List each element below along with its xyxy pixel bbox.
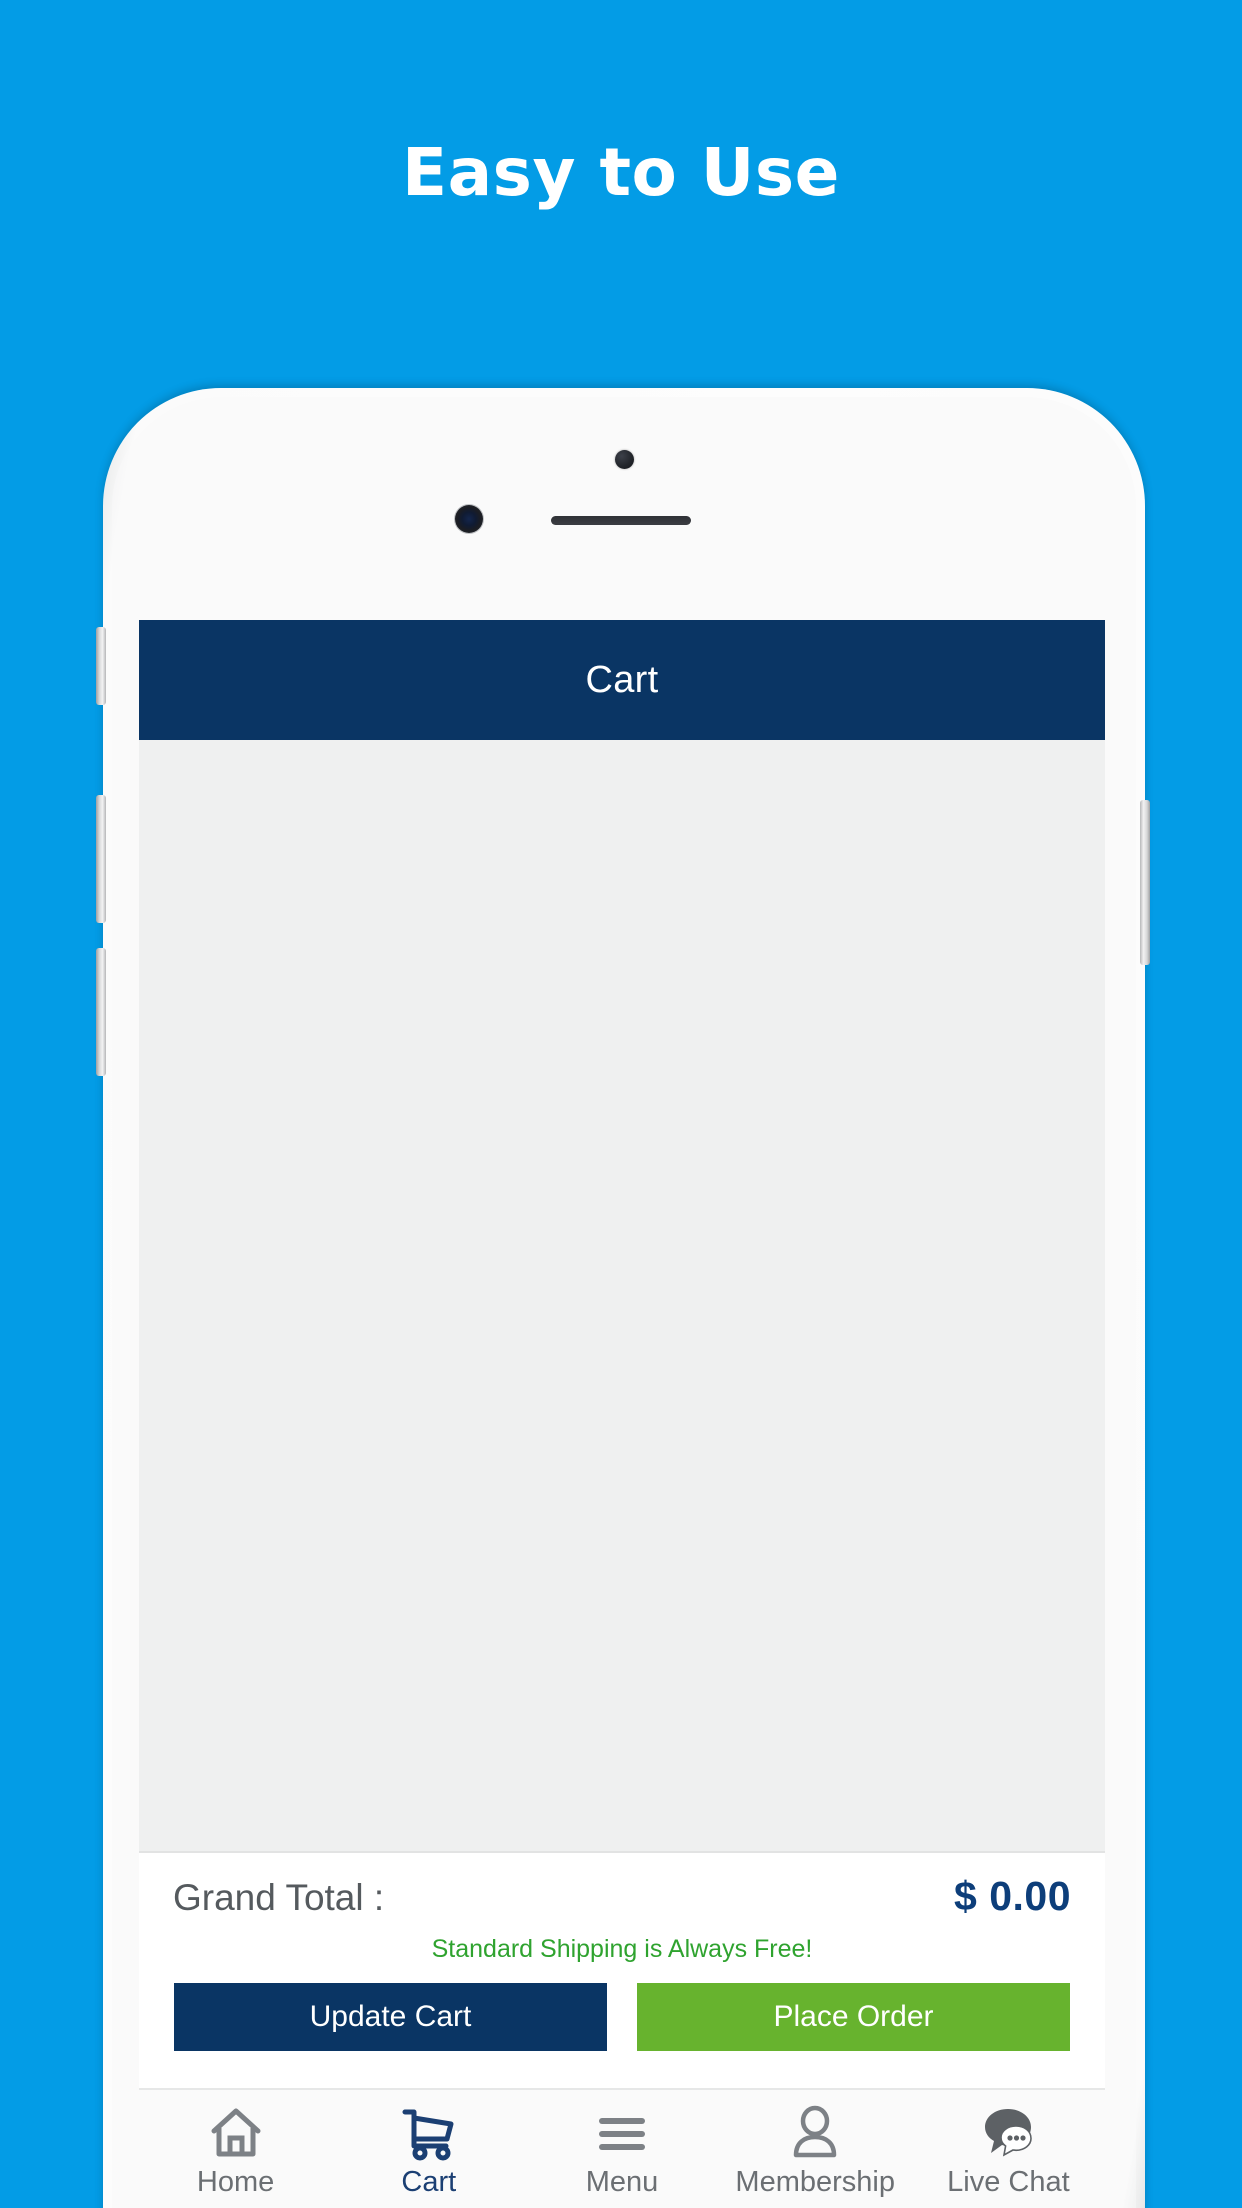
bottom-tab-bar: Home Cart Menu Membership Live Chat — [139, 2088, 1105, 2208]
volume-down-button[interactable] — [96, 948, 106, 1076]
proximity-sensor-icon — [615, 450, 634, 469]
totals-panel: Grand Total : $ 0.00 Standard Shipping i… — [139, 1851, 1105, 2090]
tab-live-chat-label: Live Chat — [947, 2166, 1070, 2198]
earpiece-speaker-icon — [551, 516, 691, 525]
app-header-title: Cart — [585, 658, 659, 701]
volume-up-button[interactable] — [96, 795, 106, 923]
power-button[interactable] — [1140, 800, 1150, 965]
phone-screen: Cart Grand Total : $ 0.00 Standard Shipp… — [139, 620, 1105, 2208]
front-camera-icon — [455, 505, 483, 533]
hamburger-icon — [594, 2104, 650, 2162]
tab-home-label: Home — [196, 2166, 275, 2198]
update-cart-button[interactable]: Update Cart — [174, 1983, 607, 2051]
grand-total-row: Grand Total : $ 0.00 — [173, 1873, 1071, 1920]
cart-icon — [401, 2104, 457, 2162]
grand-total-value: $ 0.00 — [954, 1873, 1071, 1919]
tab-cart-label: Cart — [401, 2166, 457, 2198]
cart-items-list — [139, 740, 1105, 1851]
tab-home[interactable]: Home — [139, 2090, 332, 2208]
chat-bubbles-icon — [980, 2104, 1036, 2162]
place-order-button[interactable]: Place Order — [637, 1983, 1070, 2051]
tab-menu-label: Menu — [585, 2166, 659, 2198]
promo-screenshot: Easy to Use Cart Grand Total : $ 0.00 St… — [0, 0, 1242, 2208]
cart-action-buttons: Update Cart Place Order — [174, 1983, 1070, 2051]
tab-menu[interactable]: Menu — [525, 2090, 718, 2208]
silent-switch-button[interactable] — [96, 627, 106, 705]
app-header: Cart — [139, 620, 1105, 740]
shipping-note: Standard Shipping is Always Free! — [431, 1935, 813, 1963]
tab-cart[interactable]: Cart — [332, 2090, 525, 2208]
page-title: Easy to Use — [402, 134, 840, 211]
grand-total-label: Grand Total : — [173, 1877, 385, 1918]
person-icon — [787, 2104, 843, 2162]
tab-membership-label: Membership — [735, 2166, 895, 2198]
home-icon — [208, 2104, 264, 2162]
tab-membership[interactable]: Membership — [719, 2090, 912, 2208]
tab-live-chat[interactable]: Live Chat — [912, 2090, 1105, 2208]
